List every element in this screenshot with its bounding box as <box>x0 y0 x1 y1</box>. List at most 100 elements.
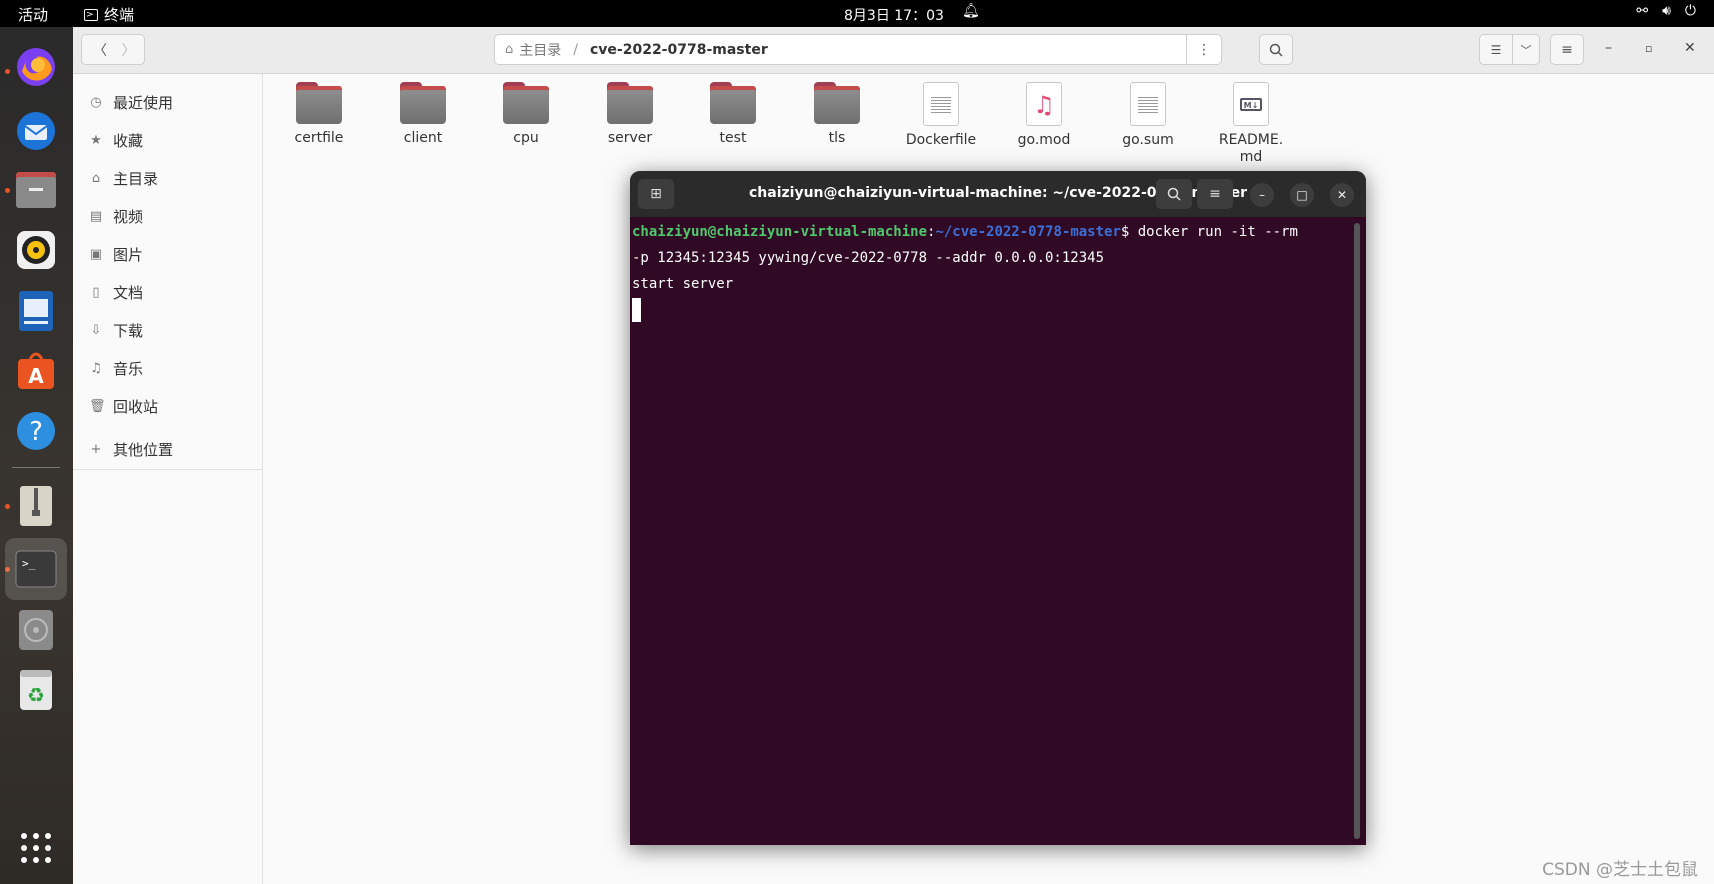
folder-icon <box>710 82 756 124</box>
file-name: cpu <box>513 130 539 146</box>
path-bar[interactable]: ⌂ 主目录 / cve-2022-0778-master ⋮ <box>494 34 1222 65</box>
prompt-path: ~/cve-2022-0778-master <box>935 224 1121 240</box>
terminal-close-button[interactable]: ✕ <box>1330 183 1354 207</box>
sidebar-item-label: 回收站 <box>113 397 159 416</box>
close-button[interactable]: ✕ <box>1684 40 1696 56</box>
plus-icon: + <box>90 441 102 457</box>
text-file-icon <box>1130 82 1166 126</box>
folder-icon <box>503 82 549 124</box>
list-view-icon: ☰ <box>1490 42 1502 57</box>
sidebar-item-label: 其他位置 <box>113 440 174 459</box>
rhythmbox-icon[interactable] <box>13 227 59 273</box>
view-list-button[interactable]: ☰ <box>1479 34 1513 65</box>
view-options-button[interactable]: ﹀ <box>1512 34 1540 65</box>
file-item-audio[interactable]: ♫ go.mod <box>996 82 1092 149</box>
file-item-folder[interactable]: test <box>685 82 781 147</box>
breadcrumb-current[interactable]: cve-2022-0778-master <box>590 42 768 58</box>
image-icon: ▣ <box>89 246 103 262</box>
firefox-icon[interactable] <box>13 44 59 90</box>
file-item-folder[interactable]: client <box>375 82 471 147</box>
forward-button[interactable]: 〉 <box>113 34 145 65</box>
disc-icon[interactable] <box>13 607 59 653</box>
files-icon[interactable] <box>13 167 59 213</box>
running-indicator <box>5 504 10 509</box>
file-name: client <box>403 130 443 146</box>
clock-icon: ◷ <box>90 94 102 110</box>
sidebar-item-label: 主目录 <box>113 169 159 188</box>
home-icon: ⌂ <box>91 170 101 186</box>
terminal-icon[interactable]: >_ <box>5 538 67 600</box>
search-icon <box>1167 187 1181 201</box>
sidebar-item-label: 收藏 <box>113 131 144 150</box>
terminal-maximize-button[interactable]: □ <box>1290 183 1314 207</box>
sidebar-item-documents[interactable]: ▯ 文档 <box>89 278 143 306</box>
file-item-folder[interactable]: certfile <box>271 82 367 147</box>
clock[interactable]: 8月3日 17：03 <box>844 5 944 25</box>
path-menu-button[interactable]: ⋮ <box>1186 35 1221 64</box>
running-indicator <box>5 188 10 193</box>
activities-button[interactable]: 活动 <box>18 4 48 25</box>
command-text: docker run -it --rm <box>1129 224 1298 240</box>
maximize-icon: □ <box>1296 188 1308 202</box>
top-bar: 活动 > 终端 8月3日 17：03 🔔︎ ⚯ 🔊︎ ⏻ <box>0 0 1714 27</box>
volume-icon: 🔊︎ <box>1662 3 1671 19</box>
sidebar-item-label: 文档 <box>113 283 144 302</box>
terminal-output[interactable]: chaiziyun@chaiziyun-virtual-machine:~/cv… <box>632 219 1352 323</box>
app-name: 终端 <box>104 6 135 24</box>
kebab-menu-icon: ⋮ <box>1197 41 1211 58</box>
places-sidebar: ◷ 最近使用 ★ 收藏 ⌂ 主目录 ▤ 视频 ▣ 图片 ▯ 文档 ⇩ 下载 ♫ 音乐 🗑︎ 回收站… <box>73 74 263 884</box>
dock-separator <box>12 467 60 468</box>
file-item-folder[interactable]: tls <box>789 82 885 147</box>
breadcrumb-home[interactable]: 主目录 <box>519 40 561 60</box>
terminal-window[interactable]: ⊞ chaiziyun@chaiziyun-virtual-machine: ~… <box>630 171 1366 845</box>
close-icon: ✕ <box>1684 40 1696 56</box>
sidebar-item-other-locations[interactable]: + 其他位置 <box>89 435 173 463</box>
app-menu[interactable]: > 终端 <box>84 4 134 25</box>
music-icon: ♫ <box>90 360 102 376</box>
search-icon <box>1269 43 1283 57</box>
bell-icon[interactable]: 🔔︎ <box>962 3 980 19</box>
file-item-folder[interactable]: cpu <box>478 82 574 147</box>
sidebar-item-trash[interactable]: 🗑︎ 回收站 <box>89 392 158 420</box>
sidebar-item-videos[interactable]: ▤ 视频 <box>89 202 143 230</box>
system-tray[interactable]: ⚯ 🔊︎ ⏻ <box>1636 3 1696 19</box>
main-menu-button[interactable]: ≡ <box>1550 34 1584 65</box>
file-item-folder[interactable]: server <box>582 82 678 147</box>
file-name: README. md <box>1218 132 1284 165</box>
sidebar-item-starred[interactable]: ★ 收藏 <box>89 126 143 154</box>
minimize-icon: – <box>1605 40 1612 56</box>
help-icon[interactable]: ? <box>13 408 59 454</box>
apps-grid-icon[interactable] <box>13 825 59 871</box>
sidebar-item-pictures[interactable]: ▣ 图片 <box>89 240 143 268</box>
document-icon: ▯ <box>92 284 100 300</box>
terminal-search-button[interactable] <box>1156 179 1192 209</box>
terminal-line <box>632 297 1352 323</box>
svg-text:>_: >_ <box>22 557 36 570</box>
hamburger-menu-icon: ≡ <box>1561 41 1573 58</box>
svg-text:A: A <box>28 364 44 388</box>
sidebar-item-home[interactable]: ⌂ 主目录 <box>89 164 158 192</box>
power-icon: ⏻ <box>1684 3 1696 19</box>
terminal-scrollbar[interactable] <box>1354 223 1360 839</box>
writer-icon[interactable] <box>13 288 59 334</box>
sidebar-item-recent[interactable]: ◷ 最近使用 <box>89 88 173 116</box>
sidebar-item-label: 图片 <box>113 245 144 264</box>
search-button[interactable] <box>1259 34 1293 65</box>
file-item-text[interactable]: Dockerfile <box>893 82 989 149</box>
files-header-bar: 〈 〉 ⌂ 主目录 / cve-2022-0778-master ⋮ ☰ ﹀ ≡… <box>73 27 1714 74</box>
text-file-icon <box>923 82 959 126</box>
sidebar-item-downloads[interactable]: ⇩ 下载 <box>89 316 143 344</box>
thunderbird-icon[interactable] <box>13 108 59 154</box>
file-item-markdown[interactable]: M↓ README. md <box>1203 82 1299 166</box>
terminal-menu-button[interactable]: ≡ <box>1197 179 1233 209</box>
sidebar-item-music[interactable]: ♫ 音乐 <box>89 354 143 382</box>
trash-icon[interactable]: ♻ <box>13 667 59 713</box>
minimize-button[interactable]: – <box>1605 40 1612 56</box>
software-icon[interactable]: A <box>13 348 59 394</box>
archive-icon[interactable] <box>13 483 59 529</box>
prompt-user: chaiziyun@chaiziyun-virtual-machine <box>632 224 928 240</box>
terminal-minimize-button[interactable]: – <box>1250 183 1274 207</box>
maximize-button[interactable]: ▫ <box>1645 42 1652 55</box>
running-indicator <box>5 69 10 74</box>
file-item-text[interactable]: go.sum <box>1100 82 1196 149</box>
